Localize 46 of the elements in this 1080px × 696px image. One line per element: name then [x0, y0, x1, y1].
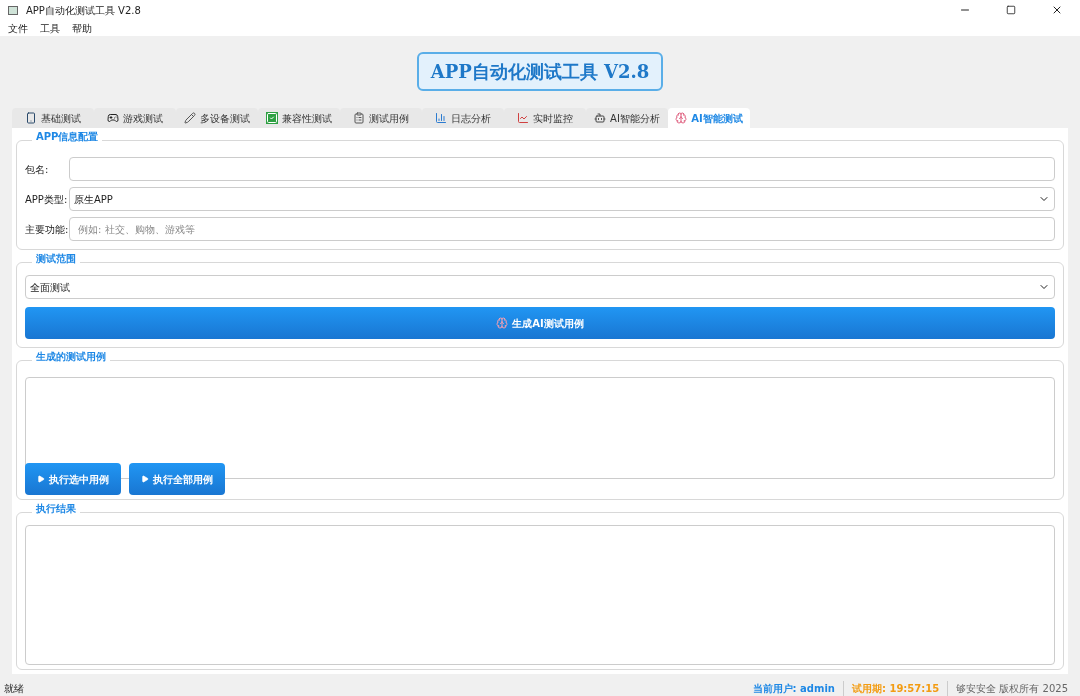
- app-icon: [8, 5, 18, 15]
- bar-chart-icon: [435, 112, 447, 124]
- trial-time: 试用期: 19:57:15: [842, 680, 948, 696]
- close-icon: [1051, 4, 1063, 16]
- tab[interactable]: 基础测试: [12, 108, 94, 128]
- select-field[interactable]: 原生APP: [69, 187, 1055, 211]
- group-title: 生成的测试用例: [32, 352, 110, 362]
- robot-icon: [594, 112, 607, 124]
- group-title: APP信息配置: [32, 132, 103, 142]
- tab[interactable]: 实时监控: [504, 108, 586, 128]
- group-title: 执行结果: [32, 504, 80, 514]
- line-chart-icon: [517, 112, 529, 124]
- brain-icon: [675, 112, 688, 124]
- gamepad-icon: [107, 112, 119, 124]
- current-user: 当前用户: admin: [751, 681, 836, 696]
- menu-item[interactable]: 工具: [40, 20, 60, 36]
- tab[interactable]: AI智能测试: [668, 108, 750, 128]
- copyright: 够安安全 版权所有 2025: [947, 680, 1076, 696]
- window-title: APP自动化测试工具 V2.8: [26, 3, 141, 18]
- run-button[interactable]: 执行全部用例: [129, 463, 225, 495]
- generate-button[interactable]: 生成AI测试用例: [25, 307, 1055, 339]
- pencil-icon: [184, 112, 196, 124]
- checkbox-icon: [266, 112, 278, 124]
- tab[interactable]: 游戏测试: [94, 108, 176, 128]
- menu-item[interactable]: 帮助: [72, 20, 92, 36]
- tab[interactable]: AI智能分析: [586, 108, 668, 128]
- tab[interactable]: 兼容性测试: [258, 108, 340, 128]
- tab[interactable]: 测试用例: [340, 108, 422, 128]
- run-button[interactable]: 执行选中用例: [25, 463, 121, 495]
- maximize-icon: [1006, 5, 1016, 15]
- clipboard-icon: [353, 112, 365, 124]
- phone-icon: [25, 112, 37, 124]
- group-title: 测试范围: [32, 254, 80, 264]
- select-field[interactable]: 全面测试: [25, 275, 1055, 299]
- field-label: 主要功能:: [25, 222, 69, 237]
- tab[interactable]: 日志分析: [422, 108, 504, 128]
- play-icon: [141, 475, 149, 483]
- tab[interactable]: 多设备测试: [176, 108, 258, 128]
- field-label: 包名:: [25, 162, 50, 177]
- header-title: APP自动化测试工具 V2.8: [416, 52, 664, 91]
- play-icon: [37, 475, 45, 483]
- status-message: 就绪: [4, 681, 24, 696]
- brain-icon: [496, 317, 509, 329]
- input-field[interactable]: 例如: 社交、购物、游戏等: [69, 217, 1055, 241]
- field-label: APP类型:: [25, 192, 69, 207]
- menu-item[interactable]: 文件: [8, 20, 28, 36]
